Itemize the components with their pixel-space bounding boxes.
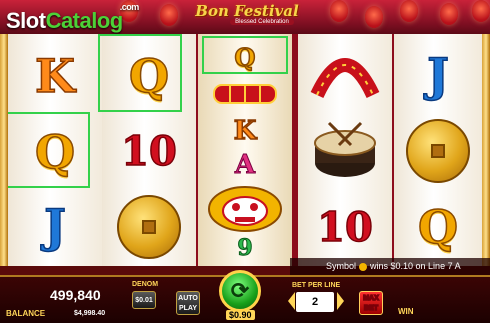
reel-1: K Q J	[0, 34, 102, 266]
balance-label: BALANCE	[6, 309, 46, 318]
win-label: WIN	[398, 307, 414, 316]
symbol-firecracker	[198, 76, 292, 112]
symbol-drum	[298, 114, 392, 188]
autoplay-button[interactable]: AUTO PLAY	[176, 291, 200, 315]
coin-icon	[117, 195, 181, 259]
symbol-firecracker	[298, 40, 392, 110]
win-message-text: wins $0.10 on Line 7 A	[370, 261, 461, 271]
denom-label: DENOM	[132, 281, 159, 288]
max-bet-label-line1: MAX	[362, 294, 379, 303]
reel-frame-left	[0, 34, 8, 266]
reel-3: Q K A 9	[198, 34, 292, 266]
game-subtitle: Blessed Celebration	[230, 19, 294, 25]
firecracker-icon	[310, 58, 380, 99]
coin-icon	[406, 119, 470, 183]
win-message: Symbol wins $0.10 on Line 7 A	[290, 258, 490, 275]
symbol-coin	[394, 114, 482, 188]
lantern-icon	[440, 3, 458, 25]
balance-credits: 499,840	[50, 287, 101, 303]
bet-per-line-label: BET PER LINE	[292, 282, 341, 289]
site-logo: SlotCatalog .com	[6, 2, 139, 34]
site-logo-catalog: Catalog	[45, 8, 124, 33]
top-banner: SlotCatalog .com Bon Festival Blessed Ce…	[0, 0, 490, 34]
lion-head-icon	[208, 186, 282, 232]
refresh-icon: ⟳	[230, 278, 250, 303]
reel-frame-right	[482, 34, 490, 266]
win-highlight-frame	[202, 36, 288, 74]
site-logo-com: .com	[119, 2, 140, 12]
coin-icon	[359, 262, 368, 271]
symbol-k: K	[233, 115, 257, 147]
symbol-j: J	[426, 47, 449, 103]
lantern-icon	[472, 0, 490, 22]
symbol-k: K	[34, 48, 75, 104]
site-logo-slot: Slot	[6, 8, 46, 33]
bet-per-line-value: 2	[296, 292, 334, 312]
spin-button[interactable]: ⟳	[219, 270, 261, 312]
denom-button[interactable]: $0.01	[132, 291, 156, 309]
max-bet-label-line2: BET	[363, 304, 379, 313]
game-title: Bon Festival	[195, 2, 299, 20]
symbol-a: A	[234, 150, 256, 181]
symbol-j: J	[43, 198, 66, 254]
symbol-coin	[102, 190, 196, 264]
lantern-icon	[330, 0, 348, 22]
drum-icon	[314, 121, 376, 177]
symbol-10: 10	[120, 127, 177, 176]
win-highlight-frame	[0, 112, 90, 188]
symbol-10: 10	[316, 203, 373, 252]
autoplay-label-line1: AUTO	[178, 295, 198, 302]
win-highlight-frame	[98, 34, 182, 112]
reel-area: K Q J Q 10 Q K A 9 10 J Q	[0, 34, 490, 266]
bet-decrease-arrow-icon[interactable]	[288, 292, 295, 310]
game-logo: Bon Festival Blessed Celebration	[188, 2, 306, 32]
lantern-icon	[160, 4, 178, 26]
reel-2: Q 10	[98, 34, 196, 266]
symbol-q: Q	[417, 199, 459, 255]
symbol-lion-head	[198, 184, 292, 234]
balance-cash: $4,998.40	[74, 310, 106, 317]
bet-increase-arrow-icon[interactable]	[337, 292, 344, 310]
autoplay-label-line2: PLAY	[178, 305, 198, 312]
max-bet-button[interactable]: MAX BET	[359, 291, 383, 315]
lantern-icon	[365, 6, 383, 28]
reel-4: 10	[298, 34, 392, 266]
reel-5: J Q	[394, 34, 482, 266]
symbol-9: 9	[237, 235, 253, 262]
win-message-prefix: Symbol	[326, 261, 357, 271]
firecracker-icon	[213, 84, 277, 104]
lantern-icon	[400, 0, 418, 22]
